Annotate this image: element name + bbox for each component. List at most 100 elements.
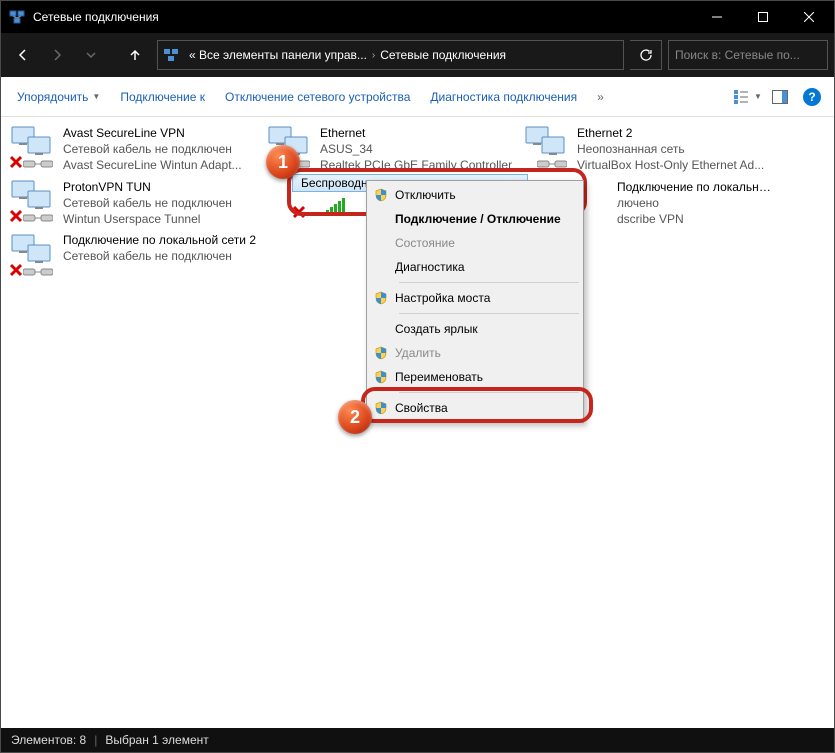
context-menu-item: Удалить [369, 341, 581, 365]
command-bar: Упорядочить▼ Подключение к Отключение се… [1, 77, 834, 117]
chevron-down-icon: ▼ [92, 92, 100, 101]
cable-icon [23, 157, 53, 171]
context-menu-item: Состояние [369, 231, 581, 255]
cable-icon [537, 157, 567, 171]
recent-dropdown[interactable] [75, 39, 107, 71]
diagnose-button[interactable]: Диагностика подключения [422, 86, 585, 108]
context-menu-item[interactable]: Свойства [369, 396, 581, 420]
menu-item-label: Состояние [395, 236, 573, 250]
close-button[interactable] [786, 1, 832, 33]
annotation-badge-2: 2 [338, 400, 372, 434]
uac-shield-icon [373, 187, 389, 203]
uac-shield-icon [373, 321, 389, 337]
network-icon [9, 233, 53, 265]
app-icon [9, 9, 25, 25]
connection-device: Wintun Userspace Tunnel [63, 211, 258, 227]
status-bar: Элементов: 8 | Выбран 1 элемент [1, 728, 834, 752]
connection-name: Avast SecureLine VPN [63, 125, 258, 141]
back-button[interactable] [7, 39, 39, 71]
menu-item-label: Создать ярлык [395, 322, 573, 336]
disconnected-x-icon [9, 209, 23, 223]
disconnected-x-icon [9, 263, 23, 277]
menu-item-label: Отключить [395, 188, 573, 202]
more-commands[interactable]: » [589, 86, 612, 108]
connection-name: Ethernet 2 [577, 125, 772, 141]
breadcrumb-part[interactable]: Сетевые подключения [377, 48, 509, 62]
forward-button[interactable] [41, 39, 73, 71]
titlebar: Сетевые подключения [1, 1, 834, 33]
navbar: « Все элементы панели управ... › Сетевые… [1, 33, 834, 77]
help-button[interactable]: ? [798, 83, 826, 111]
menu-item-label: Переименовать [395, 370, 573, 384]
annotation-badge-1: 1 [266, 145, 300, 179]
connection-status: Сетевой кабель не подключен [63, 141, 258, 157]
context-menu: Отключить Подключение / Отключение Состоян… [366, 180, 584, 423]
connection-status: лючено [617, 195, 772, 211]
selection-status: Выбран 1 элемент [105, 733, 208, 747]
search-placeholder: Поиск в: Сетевые по... [675, 48, 800, 62]
menu-separator [399, 392, 579, 393]
network-connection-item[interactable]: Подключение по локальной сети 2Сетевой к… [5, 231, 262, 285]
context-menu-item[interactable]: Подключение / Отключение [369, 207, 581, 231]
refresh-button[interactable] [630, 40, 662, 70]
uac-shield-icon [373, 235, 389, 251]
connection-name: ProtonVPN TUN [63, 179, 258, 195]
chevron-right-icon[interactable]: › [370, 50, 377, 61]
connect-to-button[interactable]: Подключение к [112, 86, 213, 108]
uac-shield-icon [373, 290, 389, 306]
connection-device: Realtek PCIe GbE Family Controller [320, 157, 515, 173]
menu-item-label: Подключение / Отключение [395, 212, 573, 226]
minimize-button[interactable] [694, 1, 740, 33]
maximize-button[interactable] [740, 1, 786, 33]
uac-shield-icon [373, 369, 389, 385]
window-title: Сетевые подключения [33, 10, 694, 24]
network-connection-item[interactable]: Ethernet 2Неопознанная сетьVirtualBox Ho… [519, 123, 776, 177]
up-button[interactable] [119, 39, 151, 71]
organize-menu[interactable]: Упорядочить▼ [9, 86, 108, 108]
breadcrumb-part[interactable]: « Все элементы панели управ... [186, 48, 370, 62]
connection-device: Avast SecureLine Wintun Adapt... [63, 157, 258, 173]
context-menu-item[interactable]: Диагностика [369, 255, 581, 279]
context-menu-item[interactable]: Создать ярлык [369, 317, 581, 341]
context-menu-item[interactable]: Отключить [369, 183, 581, 207]
connection-device: VirtualBox Host-Only Ethernet Ad... [577, 157, 772, 173]
uac-shield-icon [373, 211, 389, 227]
search-input[interactable]: Поиск в: Сетевые по... [668, 40, 828, 70]
disable-device-button[interactable]: Отключение сетевого устройства [217, 86, 418, 108]
signal-bars-icon [326, 198, 345, 214]
content-area: Avast SecureLine VPNСетевой кабель не по… [1, 117, 834, 728]
connection-status: Сетевой кабель не подключен [63, 195, 258, 211]
view-options-button[interactable]: ▼ [734, 83, 762, 111]
preview-pane-button[interactable] [766, 83, 794, 111]
disconnected-x-icon [292, 205, 306, 219]
network-icon [9, 125, 53, 157]
connection-name: Ethernet [320, 125, 515, 141]
menu-item-label: Удалить [395, 346, 573, 360]
item-count: Элементов: 8 [11, 733, 86, 747]
connection-status: ASUS_34 [320, 141, 515, 157]
cable-icon [23, 265, 53, 279]
menu-item-label: Диагностика [395, 260, 573, 274]
disconnected-x-icon [9, 155, 23, 169]
connection-name: Подключение по локальной сети [617, 179, 772, 195]
network-icon [9, 179, 53, 211]
menu-separator [399, 313, 579, 314]
connection-status: Сетевой кабель не подключен [63, 248, 258, 264]
context-menu-item[interactable]: Переименовать [369, 365, 581, 389]
uac-shield-icon [373, 345, 389, 361]
location-icon [162, 46, 180, 64]
menu-item-label: Свойства [395, 401, 573, 415]
network-connection-item[interactable]: EthernetASUS_34Realtek PCIe GbE Family C… [262, 123, 519, 177]
network-connection-item[interactable]: Avast SecureLine VPNСетевой кабель не по… [5, 123, 262, 177]
cable-icon [23, 211, 53, 225]
connection-device: dscribe VPN [617, 211, 772, 227]
network-icon [523, 125, 567, 157]
menu-item-label: Настройка моста [395, 291, 573, 305]
menu-separator [399, 282, 579, 283]
uac-shield-icon [373, 259, 389, 275]
network-connection-item[interactable]: ProtonVPN TUNСетевой кабель не подключен… [5, 177, 262, 231]
context-menu-item[interactable]: Настройка моста [369, 286, 581, 310]
connection-status: Неопознанная сеть [577, 141, 772, 157]
uac-shield-icon [373, 400, 389, 416]
address-bar[interactable]: « Все элементы панели управ... › Сетевые… [157, 40, 624, 70]
